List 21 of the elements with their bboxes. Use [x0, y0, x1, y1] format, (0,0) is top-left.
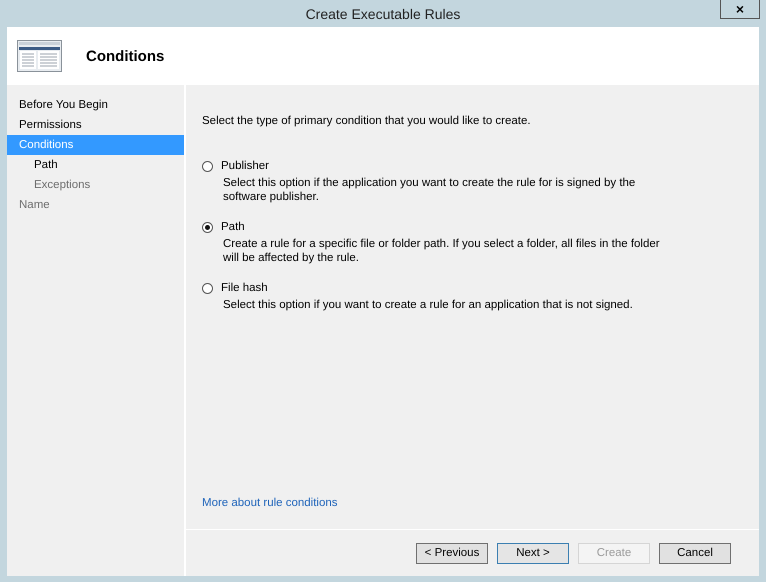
sidebar-item[interactable]: Permissions — [7, 115, 184, 135]
page-title: Conditions — [86, 48, 164, 64]
option-description: Select this option if the application you want to create the rule for is signed by the software publisher. — [223, 176, 636, 204]
option-label: Publisher — [221, 160, 269, 172]
sidebar-item[interactable]: Before You Begin — [7, 95, 184, 115]
radio-button[interactable] — [202, 222, 213, 232]
wizard-button[interactable]: Cancel — [659, 542, 731, 564]
radio-button[interactable] — [202, 282, 213, 294]
window-title: Create Executable Rules — [306, 6, 460, 22]
window-icon — [17, 40, 62, 72]
option-label: Path — [221, 221, 245, 233]
option-description: Create a rule for a specific file or folder path. If you select a folder, all files in the folder will be affected by the rule. — [223, 237, 661, 265]
sidebar-item[interactable]: Path — [7, 155, 184, 175]
help-link[interactable]: More about rule conditions — [202, 497, 338, 509]
option-label: File hash — [221, 282, 268, 294]
radio-button[interactable] — [202, 160, 213, 172]
wizard-button[interactable]: < Previous — [416, 542, 488, 564]
option-description: Select this option if you want to create a rule for an application that is not signed. — [223, 298, 634, 312]
instruction-text: Select the type of primary condition that you would like to create. — [202, 115, 532, 127]
close-button[interactable]: × — [720, 0, 760, 19]
wizard-button[interactable]: Next > — [497, 542, 569, 564]
